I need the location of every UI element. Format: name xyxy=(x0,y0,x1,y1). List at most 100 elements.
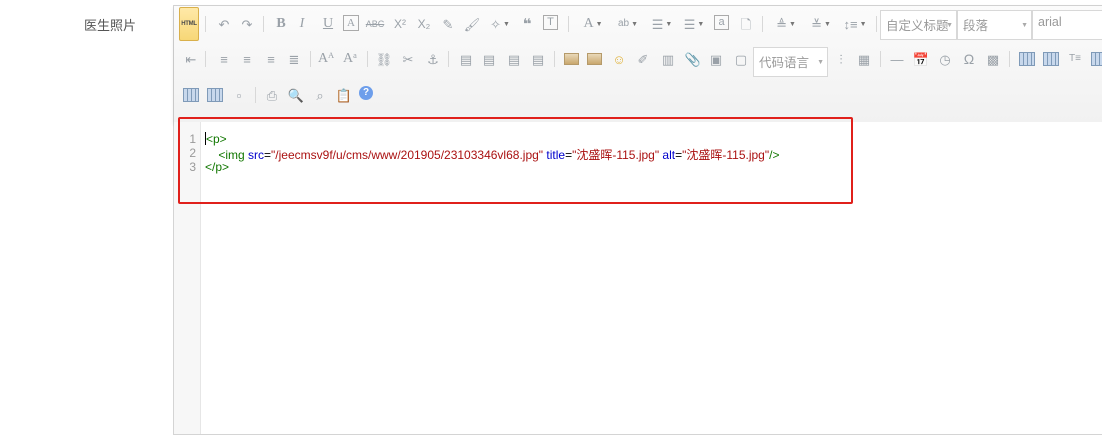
help-icon[interactable]: ? xyxy=(359,86,373,100)
search-replace-icon[interactable]: ⌕ xyxy=(311,86,329,104)
font-family-select[interactable]: arial xyxy=(1032,10,1102,40)
insert-video-icon[interactable]: ▥ xyxy=(659,50,677,68)
print-icon[interactable]: ⎙ xyxy=(263,86,281,104)
align-left-icon[interactable]: ≡ xyxy=(215,50,233,68)
custom-heading-text: 自定义标题 xyxy=(886,19,949,33)
page-break-icon[interactable]: ⫶ xyxy=(832,50,850,68)
field-label-doctor-photo: 医生照片 xyxy=(84,18,137,33)
clear-doc-icon[interactable]: 🗋 xyxy=(737,15,755,33)
unlink-icon[interactable]: ✂ xyxy=(399,50,417,68)
table-glyph xyxy=(1019,52,1035,66)
scrawl-icon[interactable]: ✐ xyxy=(634,50,652,68)
font-family-text: arial xyxy=(1038,15,1062,29)
subscript-icon[interactable]: X₂ xyxy=(415,15,433,33)
auto-format-icon[interactable]: ✧ ▼ xyxy=(486,15,514,33)
toolbar-row-3: ▫ ⎙ 🔍 ⌕ 📋 ? xyxy=(174,82,1102,110)
insert-col-icon[interactable] xyxy=(182,86,200,104)
code-language-text: 代码语言 xyxy=(759,56,810,70)
toolbar-row-1: ↶ ↷ B I U A ABC X² X₂ ✎ 🖌 ✧ ▼ ❝ T A ▼ ab ▼ … xyxy=(174,10,1102,40)
link-icon[interactable]: ⛓ xyxy=(375,50,393,68)
align-right-icon[interactable]: ≡ xyxy=(262,50,280,68)
horizontal-rule-icon[interactable]: — xyxy=(888,50,906,68)
drafts-icon[interactable]: 📋 xyxy=(335,86,353,104)
separator xyxy=(876,16,877,32)
unordered-list-icon[interactable]: ☰ ▼ xyxy=(680,15,708,33)
bold-icon[interactable]: B xyxy=(272,15,290,33)
code-language-select[interactable]: 代码语言 ▼ xyxy=(753,47,828,77)
custom-heading-select[interactable]: 自定义标题 ▼ xyxy=(880,10,957,40)
separator xyxy=(205,51,206,67)
image-center-icon[interactable]: ▤ xyxy=(529,50,547,68)
directionality-icon[interactable]: ⇤ xyxy=(182,50,200,68)
line-height-icon[interactable]: ↕≡ ▼ xyxy=(841,15,869,33)
table-glyph xyxy=(1091,52,1102,66)
rich-text-editor: HTML ↶ ↷ B I U A ABC X² X₂ ✎ 🖌 ✧ ▼ ❝ T A ▼… xyxy=(173,5,1102,435)
separator xyxy=(448,51,449,67)
uppercase-icon[interactable]: Aᴬ xyxy=(317,50,335,68)
separator xyxy=(205,16,206,32)
align-center-icon[interactable]: ≡ xyxy=(238,50,256,68)
lowercase-icon[interactable]: Aᵃ xyxy=(341,50,359,68)
template-icon[interactable]: ▢ xyxy=(732,50,750,68)
split-cells-icon[interactable]: ▫ xyxy=(230,86,248,104)
separator xyxy=(310,51,311,67)
blockquote-icon[interactable]: ❝ xyxy=(518,15,536,33)
toolbar-row-2: ⇤ ≡ ≡ ≡ ≣ Aᴬ Aᵃ ⛓ ✂ ⚓ ▤ ▤ ▤ ▤ ☺ ✐ ▥ 📎 ▣ xyxy=(174,46,1102,77)
chevron-down-icon: ▼ xyxy=(817,59,824,66)
ordered-list-icon[interactable]: ☰ ▼ xyxy=(648,15,676,33)
special-char-icon[interactable]: Ω xyxy=(960,50,978,68)
merge-cells-icon[interactable] xyxy=(206,86,224,104)
paragraph-text: 段落 xyxy=(963,19,989,33)
image-none-icon[interactable]: ▤ xyxy=(457,50,475,68)
emotion-icon[interactable]: ☺ xyxy=(610,50,628,68)
date-icon[interactable]: 📅 xyxy=(912,50,930,68)
delete-table-icon[interactable] xyxy=(1042,50,1060,68)
attachment-icon[interactable]: 📎 xyxy=(684,50,702,68)
redo-icon[interactable]: ↷ xyxy=(238,15,256,33)
insert-frame-icon[interactable]: ▣ xyxy=(707,50,725,68)
align-justify-icon[interactable]: ≣ xyxy=(285,50,303,68)
italic-icon[interactable]: I xyxy=(293,15,311,33)
separator xyxy=(554,51,555,67)
word-image-icon[interactable]: ▩ xyxy=(984,50,1002,68)
separator xyxy=(568,16,569,32)
insert-row-icon[interactable] xyxy=(1090,50,1102,68)
underline-icon[interactable]: U xyxy=(319,15,337,33)
paste-plain-icon[interactable]: T xyxy=(543,15,558,30)
multi-image-icon[interactable] xyxy=(585,50,603,68)
font-border-icon[interactable]: A xyxy=(343,15,359,31)
table-glyph xyxy=(207,88,223,102)
background-icon[interactable]: ▦ xyxy=(855,50,873,68)
separator xyxy=(255,87,256,103)
paragraph-select[interactable]: 段落 ▼ xyxy=(957,10,1032,40)
format-brush-icon[interactable]: 🖌 xyxy=(463,15,481,33)
preview-icon[interactable]: 🔍 xyxy=(287,86,305,104)
background-color-icon[interactable]: ab ▼ xyxy=(614,15,642,33)
eraser-icon[interactable]: ✎ xyxy=(439,15,457,33)
separator xyxy=(367,51,368,67)
superscript-icon[interactable]: X² xyxy=(391,15,409,33)
select-all-icon[interactable]: a xyxy=(714,15,729,30)
undo-icon[interactable]: ↶ xyxy=(215,15,233,33)
image-glyph xyxy=(563,53,579,65)
separator xyxy=(263,16,264,32)
insert-image-icon[interactable] xyxy=(562,50,580,68)
editor-toolbar: HTML ↶ ↷ B I U A ABC X² X₂ ✎ 🖌 ✧ ▼ ❝ T A ▼… xyxy=(174,6,1102,123)
image-glyph xyxy=(586,53,602,65)
separator xyxy=(880,51,881,67)
row-spacing-bottom-icon[interactable]: ≚ ▼ xyxy=(807,15,835,33)
chevron-down-icon: ▼ xyxy=(946,22,953,29)
strikethrough-icon[interactable]: ABC xyxy=(366,15,385,33)
insert-table-icon[interactable] xyxy=(1018,50,1036,68)
separator xyxy=(762,16,763,32)
time-icon[interactable]: ◷ xyxy=(936,50,954,68)
insert-paragraph-before-table-icon[interactable]: T≡ xyxy=(1066,50,1084,68)
image-left-icon[interactable]: ▤ xyxy=(480,50,498,68)
highlight-box xyxy=(178,117,853,204)
font-color-icon[interactable]: A ▼ xyxy=(579,15,607,33)
table-glyph xyxy=(183,88,199,102)
row-spacing-top-icon[interactable]: ≜ ▼ xyxy=(772,15,800,33)
table-glyph xyxy=(1043,52,1059,66)
image-right-icon[interactable]: ▤ xyxy=(505,50,523,68)
anchor-icon[interactable]: ⚓ xyxy=(424,50,442,68)
